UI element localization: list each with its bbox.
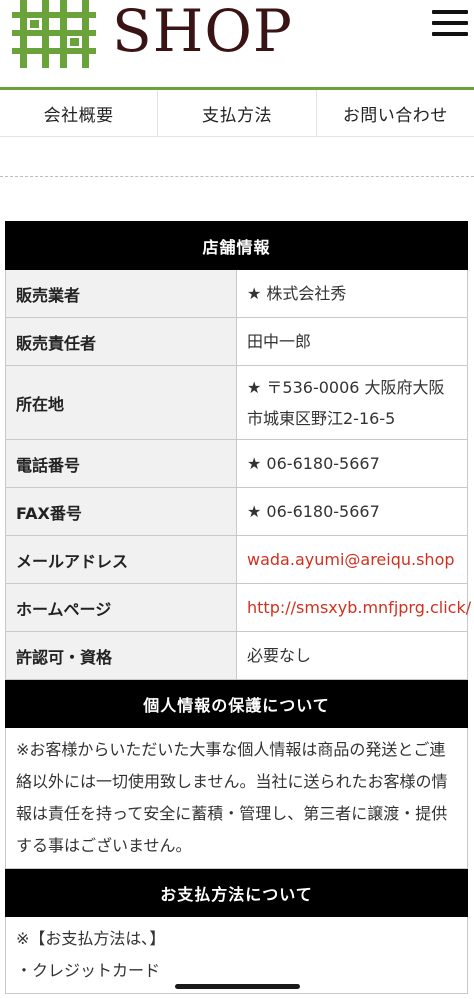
row-label-address: 所在地 bbox=[5, 365, 237, 440]
row-label-fax: FAX番号 bbox=[5, 487, 237, 536]
row-label-seller: 販売業者 bbox=[5, 269, 237, 318]
payment-line-intro: ※【お支払方法は､】 bbox=[16, 929, 166, 948]
table-row: 電話番号 ★ 06-6180-5667 bbox=[5, 439, 468, 488]
table-row: 許認可・資格 必要なし bbox=[5, 631, 468, 680]
section-title-store-info: 店舗情報 bbox=[5, 221, 468, 270]
row-label-manager: 販売責任者 bbox=[5, 317, 237, 366]
section-title-payment: お支払方法について bbox=[5, 868, 468, 917]
table-row: 所在地 ★ 〒536-0006 大阪府大阪市城東区野江2-16-5 bbox=[5, 365, 468, 440]
row-value-manager: 田中一郎 bbox=[236, 317, 468, 366]
row-value-address: ★ 〒536-0006 大阪府大阪市城東区野江2-16-5 bbox=[236, 365, 468, 440]
homepage-link[interactable]: http://smsxyb.mnfjprg.click/ bbox=[236, 583, 471, 632]
row-value-license: 必要なし bbox=[236, 631, 468, 680]
hamburger-menu-icon[interactable] bbox=[432, 10, 468, 36]
row-value-seller: ★ 株式会社秀 bbox=[236, 269, 468, 318]
payment-text: ※【お支払方法は､】 ・クレジットカード bbox=[5, 916, 468, 994]
payment-line-credit-card: ・クレジットカード bbox=[16, 961, 161, 980]
table-row: メールアドレス wada.ayumi@areiqu.shop bbox=[5, 535, 468, 584]
home-indicator[interactable] bbox=[175, 984, 300, 989]
row-label-phone: 電話番号 bbox=[5, 439, 237, 488]
table-row: 販売責任者 田中一郎 bbox=[5, 317, 468, 366]
nav-item-payment[interactable]: 支払方法 bbox=[158, 90, 317, 136]
table-row: 販売業者 ★ 株式会社秀 bbox=[5, 269, 468, 318]
store-info-table: 店舗情報 販売業者 ★ 株式会社秀 販売責任者 田中一郎 所在地 ★ 〒536-… bbox=[5, 221, 471, 994]
nav-item-company[interactable]: 会社概要 bbox=[0, 90, 159, 136]
main-nav: 会社概要 支払方法 お問い合わせ bbox=[0, 90, 474, 137]
logo-lattice-icon[interactable] bbox=[12, 0, 96, 68]
dotted-divider bbox=[0, 176, 474, 177]
nav-item-contact[interactable]: お問い合わせ bbox=[317, 90, 474, 136]
site-header: SHOP bbox=[0, 0, 474, 88]
row-label-homepage: ホームページ bbox=[5, 583, 237, 632]
row-value-fax: ★ 06-6180-5667 bbox=[236, 487, 468, 536]
section-title-privacy: 個人情報の保護について bbox=[5, 679, 468, 728]
table-row: ホームページ http://smsxyb.mnfjprg.click/ bbox=[5, 583, 471, 632]
email-link[interactable]: wada.ayumi@areiqu.shop bbox=[236, 535, 468, 584]
row-value-phone: ★ 06-6180-5667 bbox=[236, 439, 468, 488]
row-label-email: メールアドレス bbox=[5, 535, 237, 584]
row-label-license: 許認可・資格 bbox=[5, 631, 237, 680]
table-row: FAX番号 ★ 06-6180-5667 bbox=[5, 487, 468, 536]
privacy-text: ※お客様からいただいた大事な個人情報は商品の発送とご連絡以外には一切使用致しませ… bbox=[5, 727, 468, 869]
logo-text[interactable]: SHOP bbox=[112, 0, 293, 70]
